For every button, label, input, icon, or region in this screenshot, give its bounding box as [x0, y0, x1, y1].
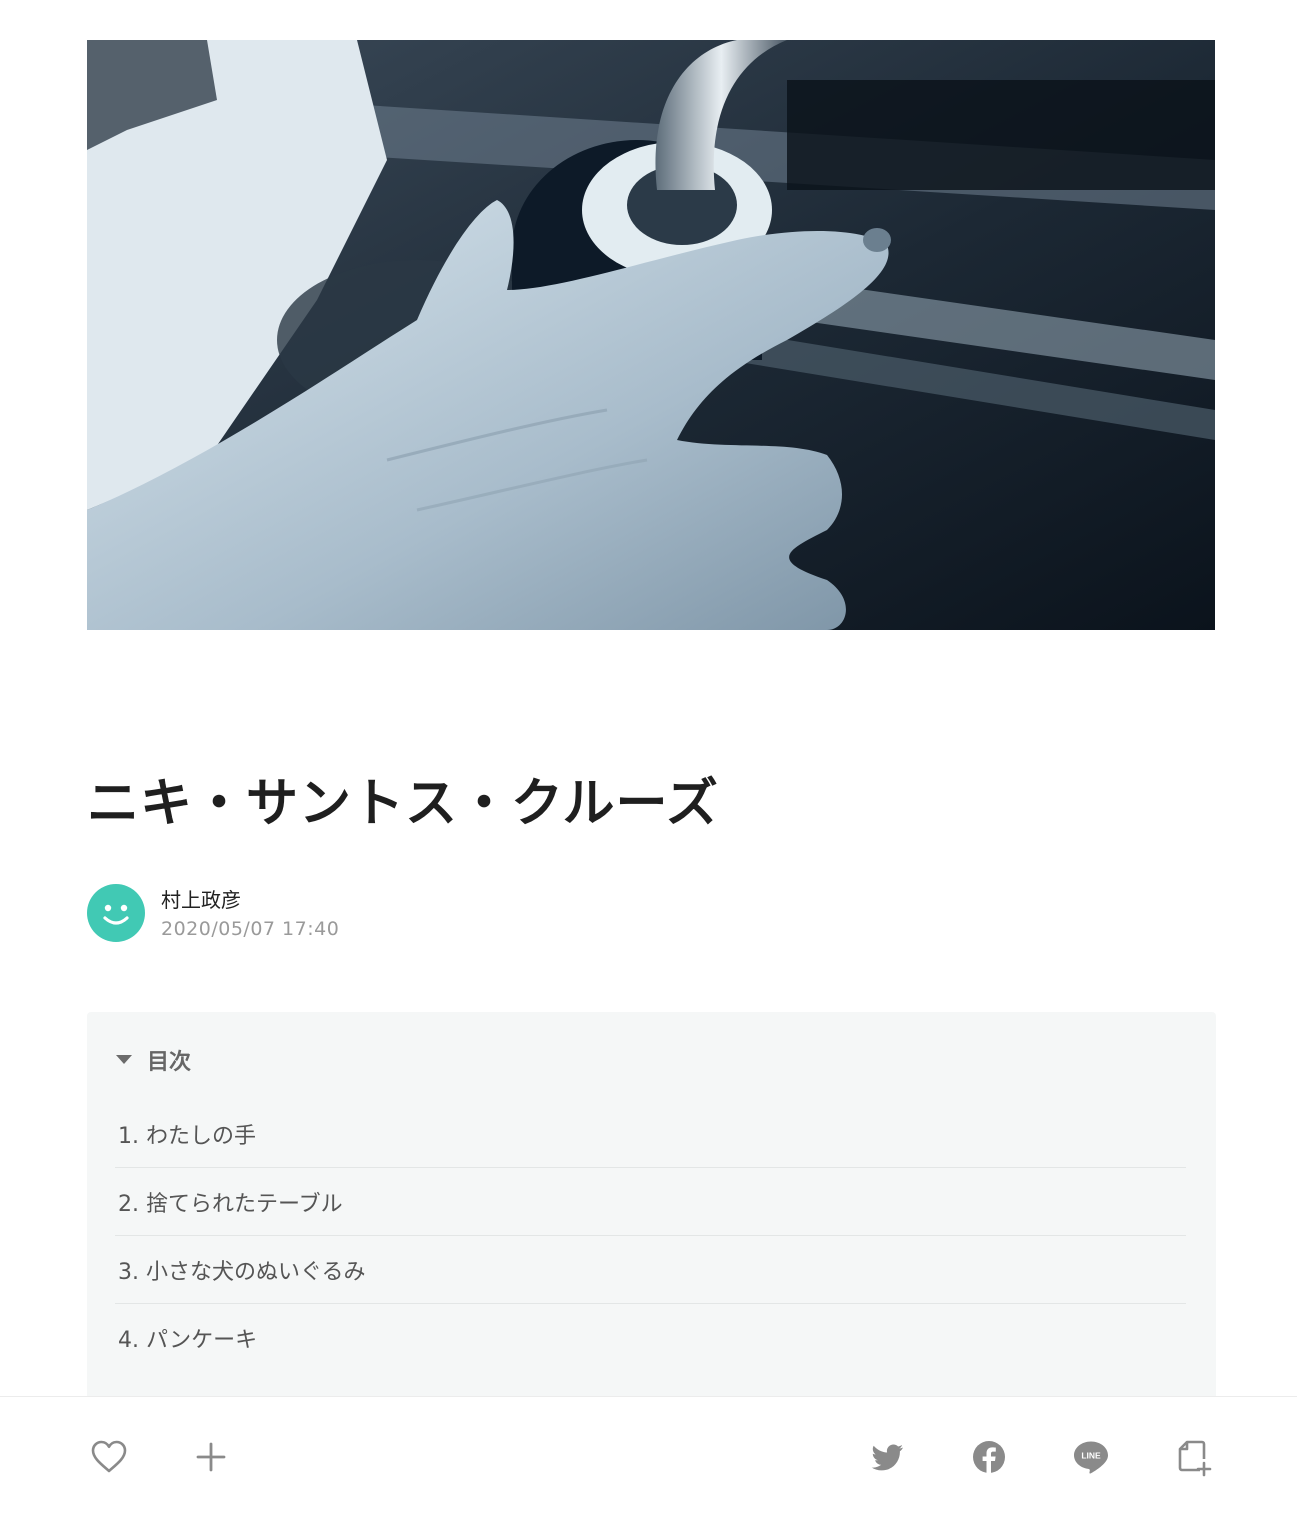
toc-item-label[interactable]: 1. わたしの手 — [118, 1118, 256, 1150]
caret-down-icon — [116, 1055, 132, 1064]
toc-item-label[interactable]: 3. 小さな犬のぬいぐるみ — [118, 1254, 366, 1286]
author-name[interactable]: 村上政彦 — [161, 884, 241, 913]
toc-list: 1. わたしの手 2. 捨てられたテーブル 3. 小さな犬のぬいぐるみ 4. パ… — [115, 1100, 1186, 1371]
publish-date: 2020/05/07 17:40 — [161, 918, 340, 940]
line-icon: LINE — [1074, 1441, 1108, 1474]
heart-icon — [91, 1440, 127, 1473]
embed-button[interactable] — [1174, 1437, 1214, 1477]
share-facebook-button[interactable] — [969, 1437, 1009, 1477]
facebook-icon — [973, 1441, 1005, 1473]
table-of-contents: 目次 1. わたしの手 2. 捨てられたテーブル 3. 小さな犬のぬいぐるみ 4… — [87, 1012, 1216, 1432]
toc-item-label[interactable]: 4. パンケーキ — [118, 1322, 257, 1354]
twitter-icon — [871, 1444, 903, 1471]
bottom-action-bar: LINE — [0, 1396, 1297, 1515]
like-button[interactable] — [89, 1437, 129, 1477]
author-info[interactable]: 村上政彦 2020/05/07 17:40 — [87, 882, 487, 944]
add-to-magazine-button[interactable] — [191, 1437, 231, 1477]
toc-item[interactable]: 4. パンケーキ — [115, 1304, 1186, 1371]
smiley-face-icon — [103, 904, 129, 925]
toc-item[interactable]: 1. わたしの手 — [115, 1100, 1186, 1168]
plus-icon — [196, 1442, 226, 1472]
share-twitter-button[interactable] — [867, 1437, 907, 1477]
avatar[interactable] — [87, 884, 145, 942]
embed-icon — [1178, 1440, 1212, 1477]
svg-text:LINE: LINE — [1081, 1451, 1101, 1461]
article-title: ニキ・サントス・クルーズ — [87, 774, 719, 834]
toc-item-label[interactable]: 2. 捨てられたテーブル — [118, 1186, 343, 1218]
share-line-button[interactable]: LINE — [1071, 1437, 1111, 1477]
toc-item[interactable]: 3. 小さな犬のぬいぐるみ — [115, 1236, 1186, 1304]
header-image — [87, 40, 1215, 630]
toc-heading: 目次 — [147, 1050, 192, 1075]
toc-item[interactable]: 2. 捨てられたテーブル — [115, 1168, 1186, 1236]
